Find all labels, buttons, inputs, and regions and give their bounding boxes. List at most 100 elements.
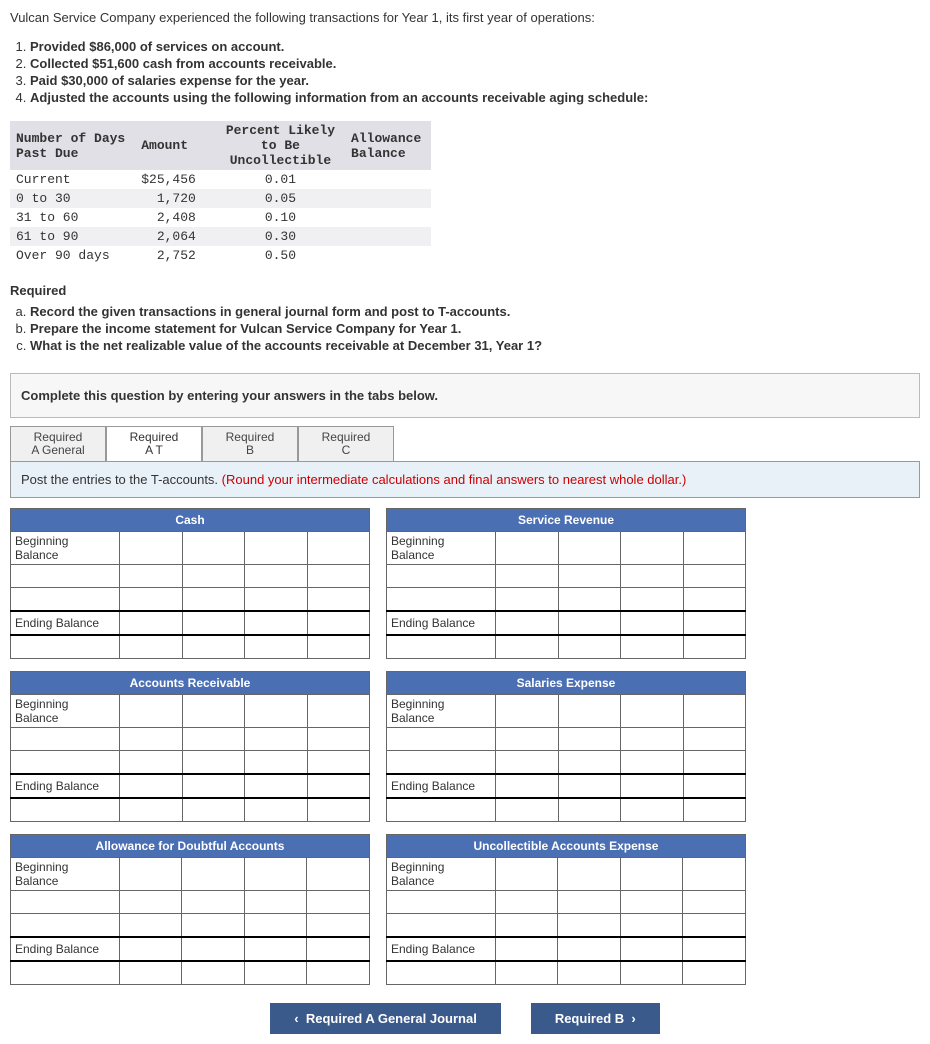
t-account-cell[interactable] [307, 728, 370, 751]
t-account-cell[interactable] [558, 798, 621, 822]
t-account-cell[interactable] [621, 751, 684, 775]
t-account-cell[interactable] [120, 588, 183, 612]
t-account-cell[interactable] [120, 858, 182, 891]
t-account-cell[interactable] [307, 588, 370, 612]
t-account-cell[interactable] [620, 914, 682, 938]
t-account-cell[interactable] [558, 532, 621, 565]
t-account-cell[interactable] [558, 858, 620, 891]
t-account-cell[interactable] [120, 728, 183, 751]
t-account-cell[interactable] [621, 611, 684, 635]
t-account-cell[interactable] [496, 751, 559, 775]
t-account-cell[interactable] [307, 565, 370, 588]
t-account-cell[interactable] [683, 635, 746, 659]
t-account-cell[interactable] [245, 774, 308, 798]
t-account-cell[interactable] [683, 695, 746, 728]
t-account-cell[interactable] [307, 937, 370, 961]
t-account-cell[interactable] [558, 728, 621, 751]
t-account-cell[interactable] [182, 588, 245, 612]
tab-required-a-general[interactable]: RequiredA General [10, 426, 106, 461]
t-account-cell[interactable] [245, 728, 308, 751]
t-account-cell[interactable] [683, 798, 746, 822]
t-account-cell[interactable] [683, 532, 746, 565]
t-account-cell[interactable] [558, 751, 621, 775]
t-account-cell[interactable] [182, 961, 244, 985]
t-account-cell[interactable] [496, 914, 558, 938]
t-account-cell[interactable] [683, 891, 746, 914]
t-account-cell[interactable] [683, 937, 746, 961]
tab-required-b[interactable]: RequiredB [202, 426, 298, 461]
prev-button[interactable]: ‹ Required A General Journal [270, 1003, 501, 1034]
t-account-cell[interactable] [120, 611, 183, 635]
t-account-cell[interactable] [496, 961, 558, 985]
t-account-cell[interactable] [307, 774, 370, 798]
t-account-cell[interactable] [182, 695, 245, 728]
t-account-cell[interactable] [182, 774, 245, 798]
tab-required-a-t[interactable]: RequiredA T [106, 426, 202, 461]
t-account-cell[interactable] [496, 774, 559, 798]
t-account-cell[interactable] [558, 695, 621, 728]
t-account-cell[interactable] [683, 588, 746, 612]
t-account-cell[interactable] [182, 565, 245, 588]
t-account-cell[interactable] [307, 914, 370, 938]
t-account-cell[interactable] [496, 611, 559, 635]
t-account-cell[interactable] [120, 751, 183, 775]
tab-required-c[interactable]: RequiredC [298, 426, 394, 461]
t-account-cell[interactable] [621, 635, 684, 659]
t-account-cell[interactable] [182, 532, 245, 565]
t-account-cell[interactable] [245, 751, 308, 775]
t-account-cell[interactable] [621, 695, 684, 728]
t-account-cell[interactable] [245, 635, 308, 659]
t-account-cell[interactable] [120, 695, 183, 728]
t-account-cell[interactable] [620, 891, 682, 914]
t-account-cell[interactable] [496, 858, 558, 891]
t-account-cell[interactable] [245, 798, 308, 822]
t-account-cell[interactable] [558, 937, 620, 961]
t-account-cell[interactable] [558, 891, 620, 914]
t-account-cell[interactable] [245, 532, 308, 565]
t-account-cell[interactable] [244, 961, 306, 985]
t-account-cell[interactable] [620, 937, 682, 961]
t-account-cell[interactable] [558, 611, 621, 635]
t-account-cell[interactable] [182, 751, 245, 775]
t-account-cell[interactable] [182, 858, 244, 891]
t-account-cell[interactable] [120, 774, 183, 798]
t-account-cell[interactable] [683, 751, 746, 775]
t-account-cell[interactable] [621, 774, 684, 798]
t-account-cell[interactable] [120, 914, 182, 938]
t-account-cell[interactable] [120, 937, 182, 961]
t-account-cell[interactable] [245, 611, 308, 635]
t-account-cell[interactable] [120, 532, 183, 565]
t-account-cell[interactable] [307, 961, 370, 985]
t-account-cell[interactable] [182, 611, 245, 635]
t-account-cell[interactable] [182, 635, 245, 659]
t-account-cell[interactable] [496, 532, 559, 565]
t-account-cell[interactable] [496, 798, 559, 822]
t-account-cell[interactable] [307, 751, 370, 775]
t-account-cell[interactable] [683, 728, 746, 751]
t-account-cell[interactable] [244, 891, 306, 914]
t-account-cell[interactable] [558, 961, 620, 985]
t-account-cell[interactable] [120, 565, 183, 588]
t-account-cell[interactable] [496, 937, 558, 961]
t-account-cell[interactable] [496, 695, 559, 728]
t-account-cell[interactable] [245, 565, 308, 588]
t-account-cell[interactable] [621, 565, 684, 588]
t-account-cell[interactable] [558, 588, 621, 612]
t-account-cell[interactable] [244, 914, 306, 938]
t-account-cell[interactable] [307, 858, 370, 891]
t-account-cell[interactable] [683, 914, 746, 938]
t-account-cell[interactable] [683, 565, 746, 588]
t-account-cell[interactable] [245, 588, 308, 612]
t-account-cell[interactable] [120, 798, 183, 822]
t-account-cell[interactable] [496, 635, 559, 659]
t-account-cell[interactable] [307, 532, 370, 565]
t-account-cell[interactable] [307, 695, 370, 728]
t-account-cell[interactable] [182, 937, 244, 961]
t-account-cell[interactable] [120, 635, 183, 659]
t-account-cell[interactable] [496, 728, 559, 751]
t-account-cell[interactable] [182, 914, 244, 938]
t-account-cell[interactable] [182, 891, 244, 914]
t-account-cell[interactable] [245, 695, 308, 728]
t-account-cell[interactable] [496, 588, 559, 612]
t-account-cell[interactable] [244, 858, 306, 891]
